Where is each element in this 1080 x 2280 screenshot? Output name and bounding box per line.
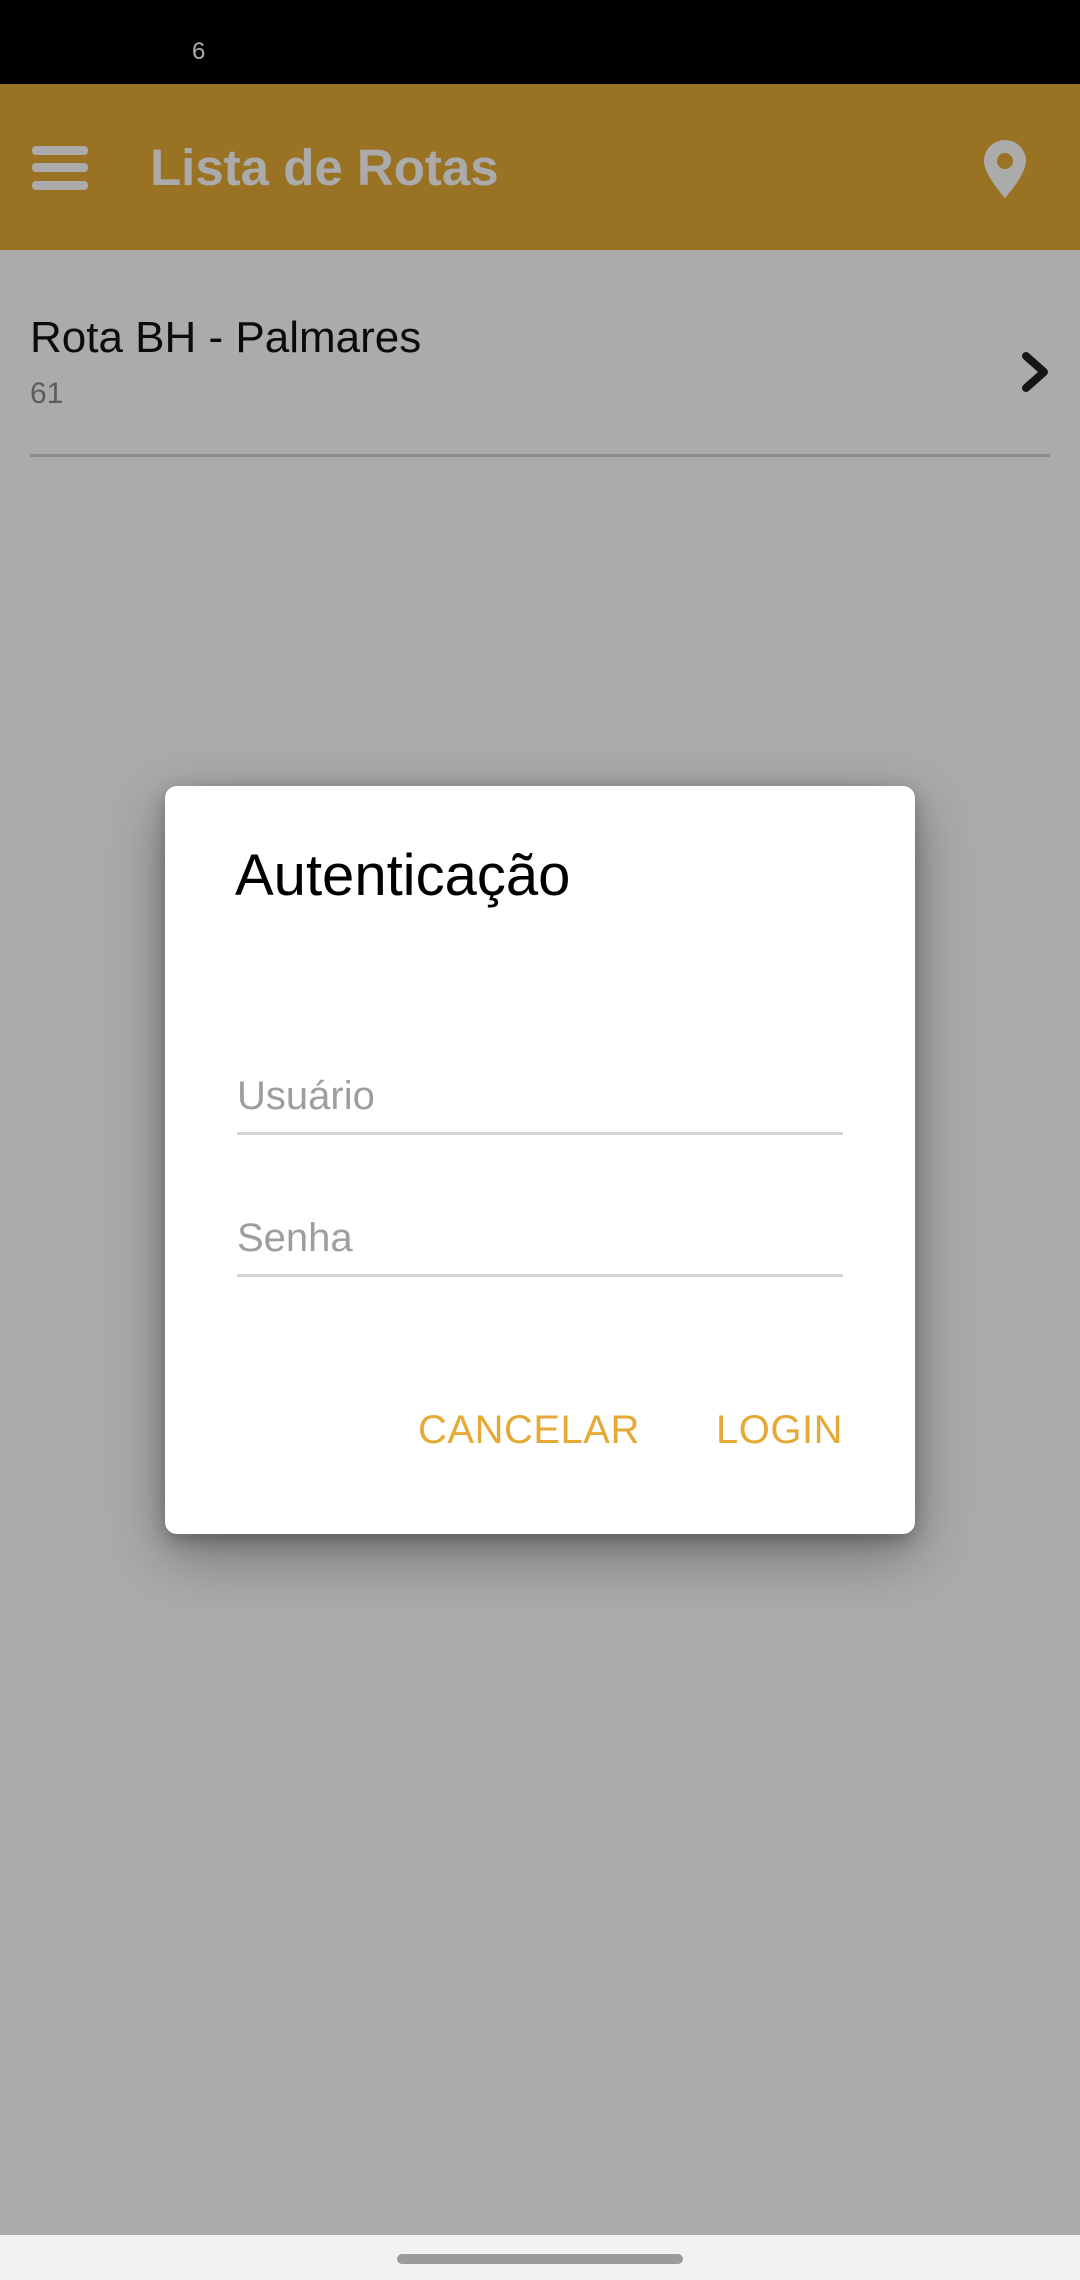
dialog-title: Autenticação	[235, 843, 571, 908]
navigation-bar	[0, 2235, 1080, 2280]
password-input[interactable]	[237, 1204, 843, 1272]
login-dialog: Autenticação CANCELAR LOGIN	[165, 786, 915, 1534]
username-field	[237, 1062, 843, 1135]
username-input[interactable]	[237, 1062, 843, 1130]
password-field	[237, 1204, 843, 1277]
home-gesture-handle[interactable]	[397, 2254, 683, 2264]
screen: Rota BH - Palmares 61 6 Lista de Rotas A…	[0, 0, 1080, 2280]
cancel-button[interactable]: CANCELAR	[418, 1406, 640, 1454]
login-button[interactable]: LOGIN	[716, 1406, 843, 1454]
